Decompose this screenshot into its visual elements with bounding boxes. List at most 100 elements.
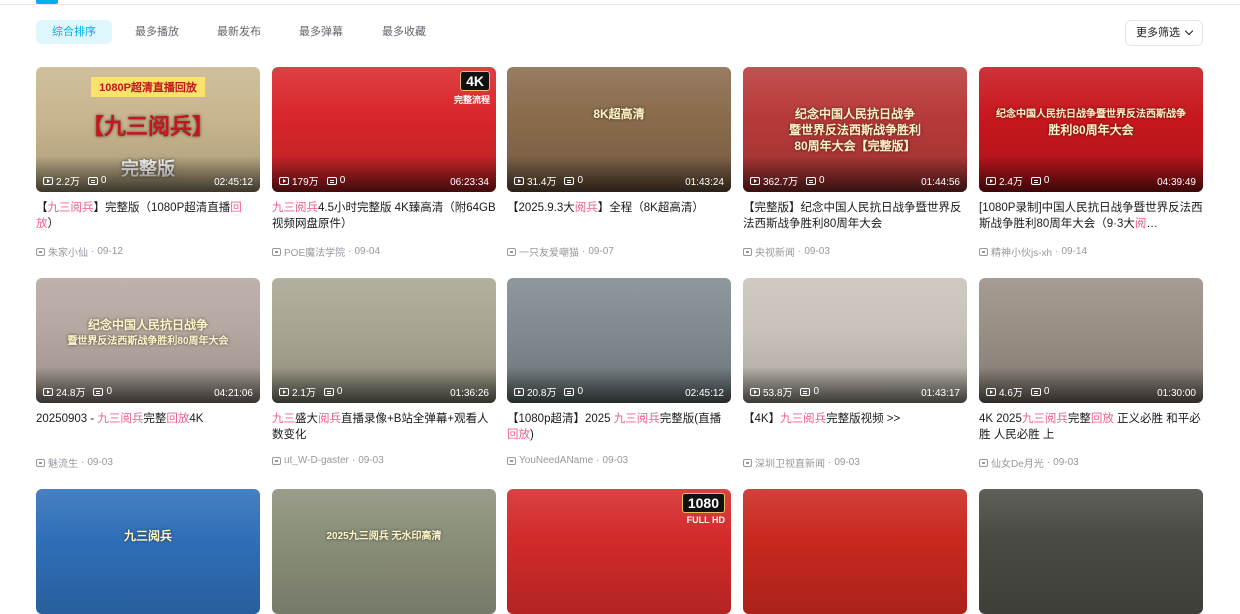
uploader-info[interactable]: 仙女De月光 · 09-03 xyxy=(979,455,1203,470)
video-card[interactable] xyxy=(743,489,967,614)
uploader-icon xyxy=(979,247,988,256)
video-thumbnail[interactable]: 20.8万 0 02:45:12 xyxy=(507,278,731,403)
video-title[interactable]: 【完整版】纪念中国人民抗日战争暨世界反法西斯战争胜利80周年大会 xyxy=(743,200,967,232)
video-title[interactable]: 【2025.9.3大阅兵】全程（8K超高清） xyxy=(507,200,731,232)
meta-separator: · xyxy=(91,246,95,257)
video-card[interactable]: 1080 FULL HD xyxy=(507,489,731,614)
play-count-icon xyxy=(279,176,289,185)
video-card[interactable]: 4.6万 0 01:30:00 4K 2025九三阅兵完整回放 正义必胜 和平必胜 人… xyxy=(979,278,1203,470)
danmaku-count-value: 0 xyxy=(100,175,107,186)
uploader-info[interactable]: 朱家小仙 · 09-12 xyxy=(36,244,260,259)
video-card[interactable]: 2025九三阅兵 无水印高清 xyxy=(272,489,496,614)
video-card[interactable] xyxy=(979,489,1203,614)
danmaku-count-value: 0 xyxy=(577,386,584,397)
video-thumbnail[interactable]: 1080 FULL HD xyxy=(507,489,731,614)
video-title[interactable]: 20250903 - 九三阅兵完整回放4K xyxy=(36,411,260,443)
meta-separator: · xyxy=(596,455,600,466)
search-highlight: 回放 xyxy=(166,413,190,425)
title-text: 完整版(直播 xyxy=(659,413,722,425)
uploader-info[interactable]: 央视新闻 · 09-03 xyxy=(743,244,967,259)
video-thumbnail[interactable]: 4.6万 0 01:30:00 xyxy=(979,278,1203,403)
title-text: 完整 xyxy=(1067,413,1091,425)
video-card[interactable]: 20.8万 0 02:45:12 【1080p超清】2025 九三阅兵完整版(直播回放… xyxy=(507,278,731,466)
video-card[interactable]: 九三阅兵 xyxy=(36,489,260,614)
danmaku-count-value: 0 xyxy=(1043,386,1050,397)
sort-tab-most-favorites[interactable]: 最多收藏 xyxy=(366,20,442,44)
video-card[interactable]: 纪念中国人民抗日战争 暨世界反法西斯战争胜利80周年大会 24.8万 0 04:21:0… xyxy=(36,278,260,470)
quality-badge: 4K xyxy=(460,71,490,91)
uploader-name: 朱家小仙 xyxy=(48,248,88,259)
video-card[interactable]: 1080P超清直播回放【九三阅兵】完整版2.2万002:45:12【九三阅兵】完… xyxy=(36,67,260,259)
video-title[interactable]: 【1080p超清】2025 九三阅兵完整版(直播回放) xyxy=(507,411,731,443)
play-count-icon xyxy=(279,387,289,396)
video-thumbnail[interactable]: 4K 完整流程 179万 0 06:23:34 xyxy=(272,67,496,192)
play-count-value: 2.4万 xyxy=(999,177,1023,188)
uploader-info[interactable]: 魅流生 · 09-03 xyxy=(36,455,260,470)
sort-tab-comprehensive[interactable]: 综合排序 xyxy=(36,20,112,44)
video-card[interactable]: 8K超高清 31.4万 0 01:43:24 【2025.9.3大阅兵】全程（8K超高清… xyxy=(507,67,731,259)
publish-date: 09-14 xyxy=(1061,246,1088,257)
sort-tab-most-played[interactable]: 最多播放 xyxy=(119,20,195,44)
video-card[interactable]: 53.8万 0 01:43:17 【4K】九三阅兵完整版视频 >> 深圳卫视直新闻 · 09… xyxy=(743,278,967,470)
meta-separator: · xyxy=(828,457,832,468)
title-text: 【1080p超清】2025 xyxy=(507,413,614,425)
play-count-value: 4.6万 xyxy=(999,388,1023,399)
play-count: 179万 xyxy=(279,173,319,188)
thumbnail-overlay-text: 【九三阅兵】 xyxy=(81,114,215,139)
video-thumbnail[interactable]: 1080P超清直播回放【九三阅兵】完整版2.2万002:45:12 xyxy=(36,67,260,192)
video-card[interactable]: 2.1万 0 01:36:26 九三盛大阅兵直播录像+B站全弹幕+观看人数变化 ut_W… xyxy=(272,278,496,466)
play-count-value: 2.2万 xyxy=(56,177,80,188)
play-count-icon xyxy=(43,387,53,396)
video-card[interactable]: 4K 完整流程 179万 0 06:23:34 九三阅兵4.5小时完整版 4K臻高清（附6… xyxy=(272,67,496,259)
danmaku-count-value: 0 xyxy=(819,175,825,186)
more-filters-button[interactable]: 更多筛选 xyxy=(1125,20,1203,46)
video-thumbnail[interactable]: 8K超高清 31.4万 0 01:43:24 xyxy=(507,67,731,192)
uploader-icon xyxy=(507,247,516,256)
title-text: 【4K】 xyxy=(743,413,781,425)
video-thumbnail[interactable]: 2025九三阅兵 无水印高清 xyxy=(272,489,496,614)
play-count: 53.8万 xyxy=(750,384,792,399)
video-title[interactable]: [1080P录制]中国人民抗日战争暨世界反法西斯战争胜利80周年大会（9·3大阅… xyxy=(979,200,1203,232)
chevron-down-icon xyxy=(1184,26,1194,36)
uploader-info[interactable]: ut_W-D-gaster · 09-03 xyxy=(272,455,496,466)
video-card[interactable]: 纪念中国人民抗日战争暨世界反法西斯战争 胜利80周年大会 2.4万 0 04:39:49… xyxy=(979,67,1203,259)
video-thumbnail[interactable]: 九三阅兵 xyxy=(36,489,260,614)
video-thumbnail[interactable]: 纪念中国人民抗日战争 暨世界反法西斯战争胜利80周年大会 24.8万 0 04:21:0… xyxy=(36,278,260,403)
play-count: 4.6万 xyxy=(986,384,1023,399)
video-thumbnail[interactable] xyxy=(743,489,967,614)
play-count-value: 179万 xyxy=(292,177,319,188)
uploader-name: 精神小伙js-xh xyxy=(991,248,1053,259)
video-title[interactable]: 【九三阅兵】完整版（1080P超清直播回放） xyxy=(36,200,260,232)
video-thumbnail[interactable]: 2.1万 0 01:36:26 xyxy=(272,278,496,403)
uploader-info[interactable]: 深圳卫视直新闻 · 09-03 xyxy=(743,455,967,470)
publish-date: 09-03 xyxy=(1053,457,1079,468)
sort-tab-newest[interactable]: 最新发布 xyxy=(201,20,277,44)
uploader-info[interactable]: YouNeedAName · 09-03 xyxy=(507,455,731,466)
uploader-icon xyxy=(272,456,281,465)
video-stats: 24.8万 0 xyxy=(43,384,112,399)
video-thumbnail[interactable]: 53.8万 0 01:43:17 xyxy=(743,278,967,403)
video-thumbnail[interactable] xyxy=(979,489,1203,614)
uploader-info[interactable]: 一只友爱嘲猫 · 09-07 xyxy=(507,244,731,259)
search-highlight: 九三阅兵 xyxy=(1021,413,1068,425)
video-title[interactable]: 九三盛大阅兵直播录像+B站全弹幕+观看人数变化 xyxy=(272,411,496,443)
video-title[interactable]: 九三阅兵4.5小时完整版 4K臻高清（附64GB视频网盘原件） xyxy=(272,200,496,232)
title-text: 盛大 xyxy=(295,413,318,425)
danmaku-icon xyxy=(564,387,575,396)
meta-separator: · xyxy=(351,455,356,466)
video-title[interactable]: 【4K】九三阅兵完整版视频 >> xyxy=(743,411,967,443)
top-divider xyxy=(0,4,1240,5)
video-title[interactable]: 4K 2025九三阅兵完整回放 正义必胜 和平必胜 人民必胜 上 xyxy=(979,411,1203,443)
uploader-info[interactable]: 精神小伙js-xh · 09-14 xyxy=(979,244,1203,259)
uploader-info[interactable]: POE魔法学院 · 09-04 xyxy=(272,244,496,259)
video-duration: 04:21:06 xyxy=(214,388,253,399)
sort-tab-most-danmaku[interactable]: 最多弹幕 xyxy=(283,20,359,44)
video-thumbnail[interactable]: 纪念中国人民抗日战争暨世界反法西斯战争 胜利80周年大会 2.4万 0 04:39:49 xyxy=(979,67,1203,192)
thumbnail-overlay-text: 暨世界反法西斯战争胜利 xyxy=(788,123,922,137)
video-card[interactable]: 纪念中国人民抗日战争 暨世界反法西斯战争胜利 80周年大会【完整版】 362.7万 0 0… xyxy=(743,67,967,259)
video-duration: 01:30:00 xyxy=(1157,388,1196,399)
play-count-value: 20.8万 xyxy=(527,388,557,399)
search-highlight: 九三阅兵 xyxy=(780,413,827,425)
play-count-value: 362.7万 xyxy=(763,177,799,188)
video-thumbnail[interactable]: 纪念中国人民抗日战争 暨世界反法西斯战争胜利 80周年大会【完整版】 362.7万 0 0… xyxy=(743,67,967,192)
